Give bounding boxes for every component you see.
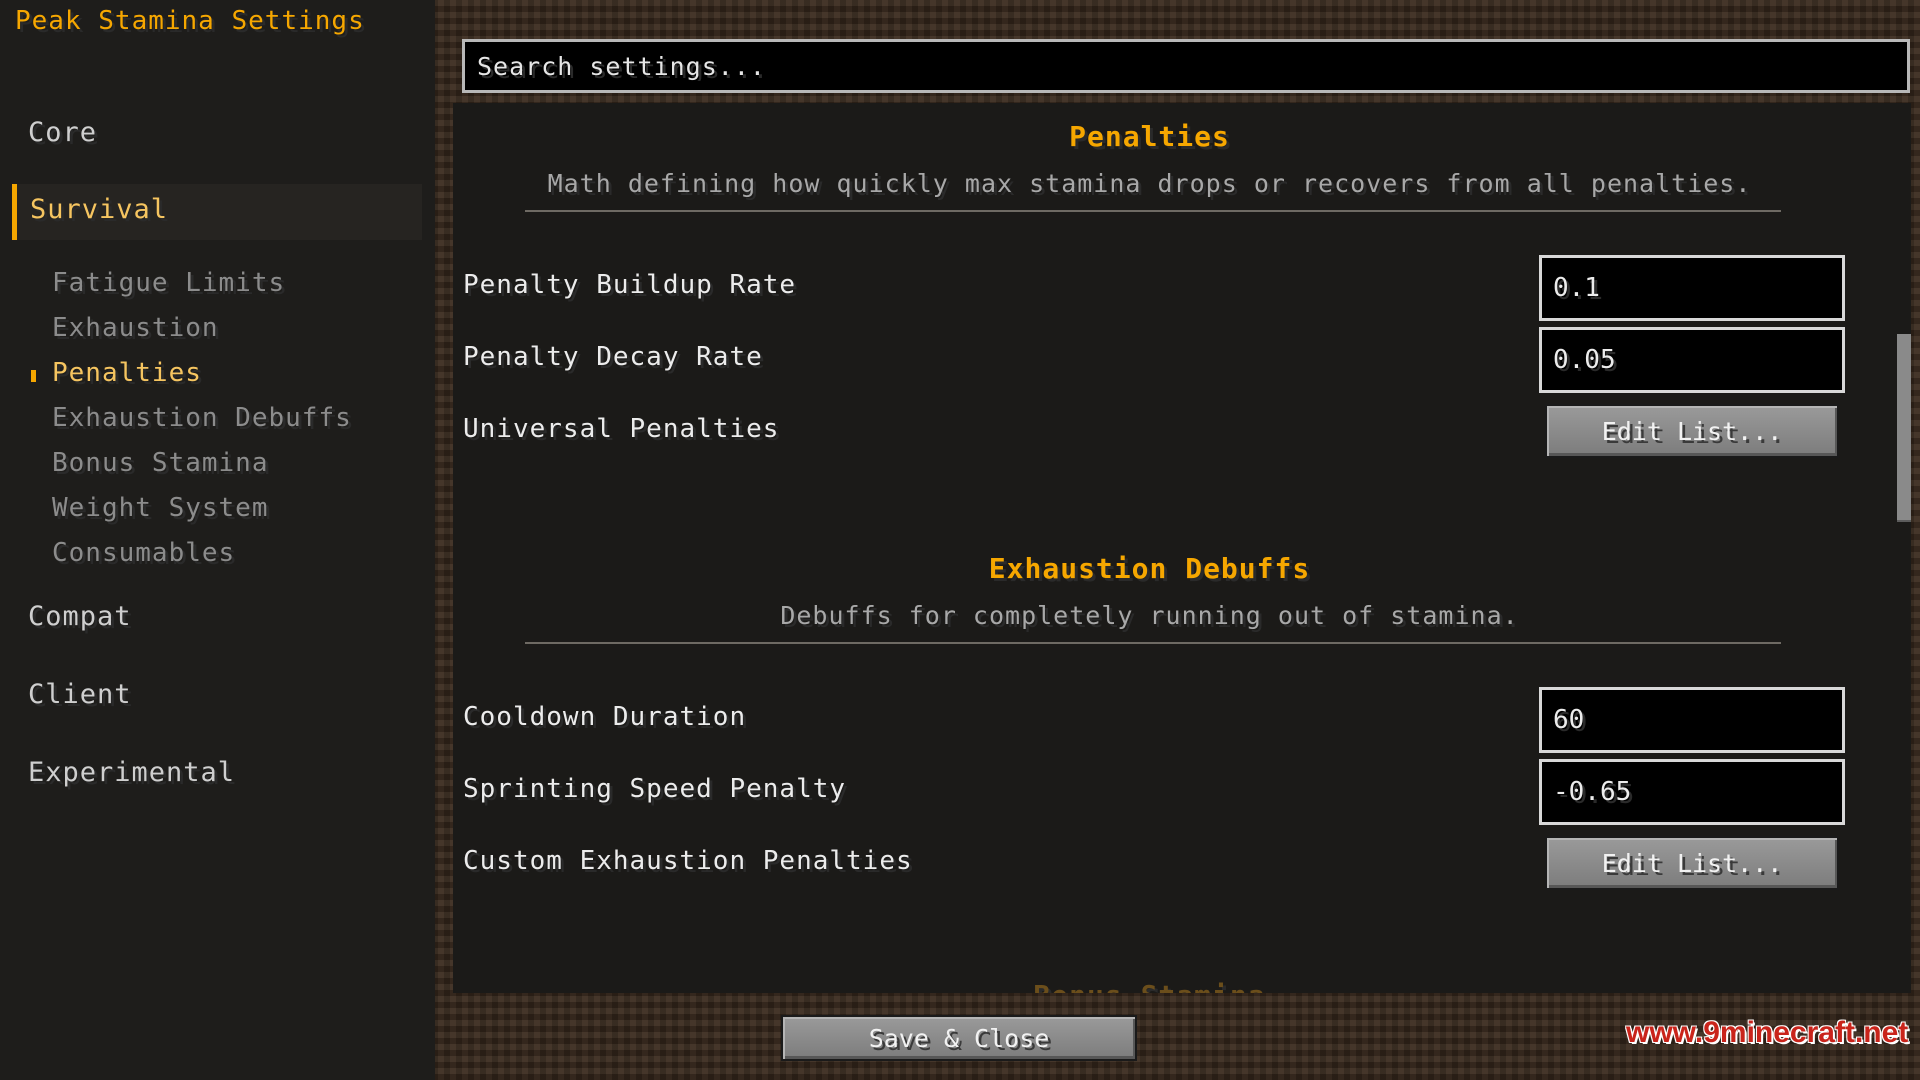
sidebar-subitem-exhaustion[interactable]: Exhaustion — [52, 313, 219, 343]
sidebar-item-experimental[interactable]: Experimental — [28, 757, 235, 788]
setting-label-custom-exhaustion-penalties: Custom Exhaustion Penalties — [463, 846, 913, 876]
sidebar: Peak Stamina Settings Core Survival Fati… — [0, 0, 435, 1080]
current-subitem-marker — [31, 370, 36, 382]
setting-label-cooldown-duration: Cooldown Duration — [463, 702, 747, 732]
sidebar-subitem-fatigue-limits[interactable]: Fatigue Limits — [52, 268, 285, 298]
setting-label-penalty-decay-rate: Penalty Decay Rate — [463, 342, 763, 372]
scrollbar-track[interactable] — [1893, 103, 1911, 993]
section-title-exhaustion-debuffs: Exhaustion Debuffs — [988, 552, 1311, 585]
watermark: www.9minecraft.net — [1626, 1016, 1909, 1049]
scrollbar-thumb[interactable] — [1897, 334, 1911, 522]
section-divider — [525, 642, 1781, 644]
sidebar-subitem-consumables[interactable]: Consumables — [52, 538, 235, 568]
section-title-penalties: Penalties — [1069, 120, 1230, 153]
search-input[interactable] — [462, 39, 1910, 93]
setting-label-universal-penalties: Universal Penalties — [463, 414, 780, 444]
sprinting-speed-penalty-input[interactable] — [1539, 759, 1845, 825]
universal-penalties-edit-button[interactable]: Edit List... — [1545, 404, 1839, 458]
sidebar-subitem-exhaustion-debuffs[interactable]: Exhaustion Debuffs — [52, 403, 352, 433]
app-title: Peak Stamina Settings — [15, 6, 365, 36]
penalty-buildup-rate-input[interactable] — [1539, 255, 1845, 321]
section-description-exhaustion-debuffs: Debuffs for completely running out of st… — [780, 601, 1519, 630]
sidebar-item-compat[interactable]: Compat — [28, 601, 132, 632]
setting-label-sprinting-speed-penalty: Sprinting Speed Penalty — [463, 774, 847, 804]
settings-panel: Penalties Math defining how quickly max … — [453, 103, 1911, 993]
penalty-decay-rate-input[interactable] — [1539, 327, 1845, 393]
sidebar-subitem-weight-system[interactable]: Weight System — [52, 493, 269, 523]
sidebar-item-core[interactable]: Core — [28, 117, 97, 148]
sidebar-subitem-bonus-stamina[interactable]: Bonus Stamina — [52, 448, 269, 478]
sidebar-item-survival[interactable]: Survival — [12, 184, 422, 240]
section-title-bonus-stamina: Bonus Stamina — [453, 979, 1846, 993]
section-divider — [525, 210, 1781, 212]
sidebar-item-label: Survival — [30, 194, 169, 225]
sidebar-subitem-penalties[interactable]: Penalties — [52, 358, 202, 388]
section-description-penalties: Math defining how quickly max stamina dr… — [547, 169, 1752, 198]
cooldown-duration-input[interactable] — [1539, 687, 1845, 753]
save-close-button[interactable]: Save & Close — [781, 1015, 1137, 1061]
setting-label-penalty-buildup-rate: Penalty Buildup Rate — [463, 270, 797, 300]
custom-exhaustion-penalties-edit-button[interactable]: Edit List... — [1545, 836, 1839, 890]
sidebar-item-client[interactable]: Client — [28, 679, 132, 710]
